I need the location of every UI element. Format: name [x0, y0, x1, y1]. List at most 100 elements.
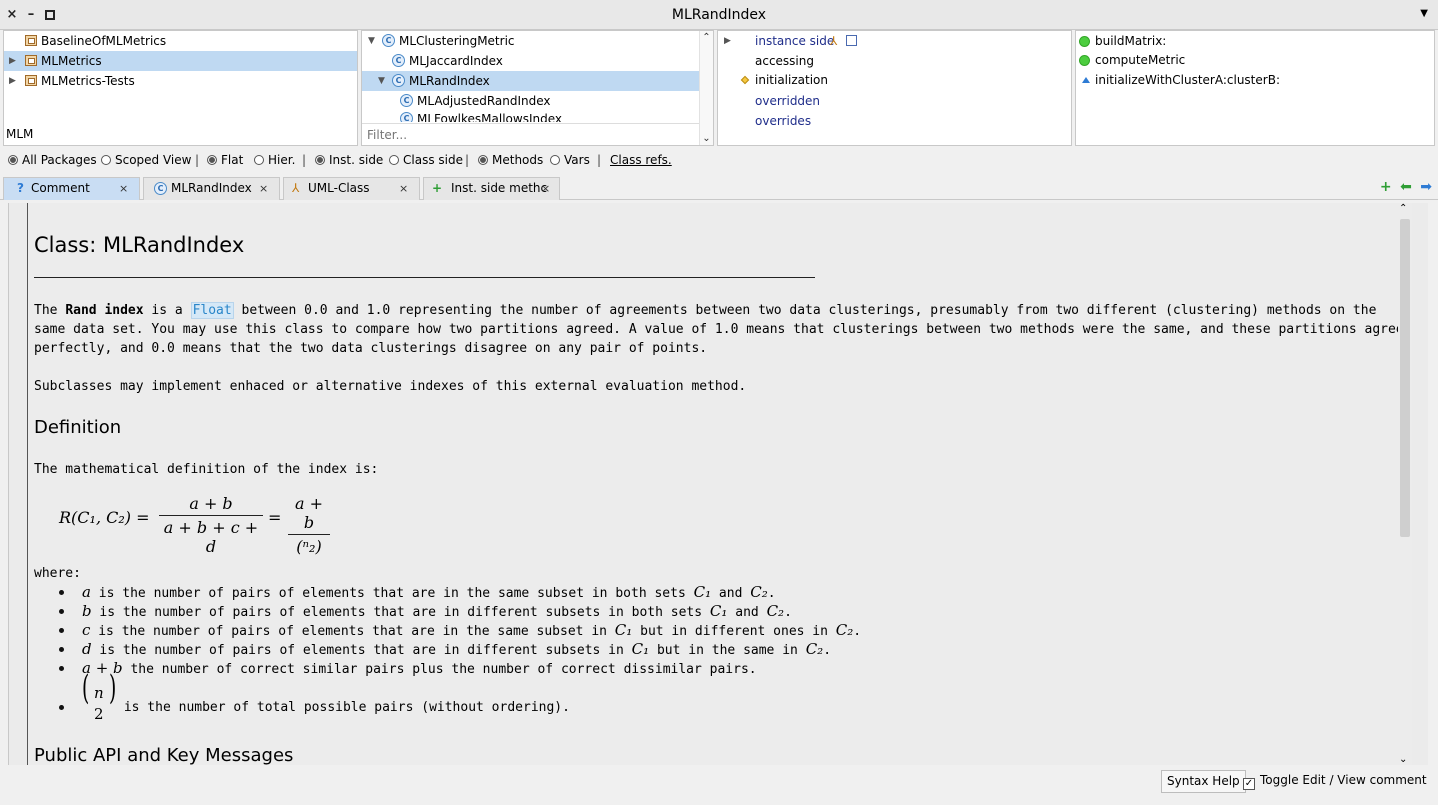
tab-label: Inst. side methc — [451, 181, 548, 195]
hier-label: Hier. — [268, 153, 296, 167]
formula-fraction-2: a + b (ⁿ₂) — [288, 494, 330, 556]
scroll-up-icon[interactable]: ⌃ — [1399, 203, 1407, 214]
tab-uml-class[interactable]: ⅄ UML-Class × — [283, 177, 420, 200]
binom-bottom: 2 — [94, 705, 104, 723]
toggle-edit-label: Toggle Edit / View comment — [1260, 773, 1427, 787]
checkbox-checked-icon[interactable]: ✓ — [1243, 778, 1255, 790]
expand-arrow-icon[interactable]: ▶ — [9, 71, 16, 91]
class-side-radio[interactable]: Class side — [389, 153, 463, 167]
vars-radio[interactable]: Vars — [550, 153, 590, 167]
package-icon — [25, 55, 37, 66]
window-menu-button[interactable]: ▼ — [1420, 8, 1428, 19]
class-label: MLFowlkesMallowsIndex — [417, 112, 562, 122]
protocol-label: instance side — [755, 34, 835, 48]
method-pane: buildMatrix: computeMetric initializeWit… — [1075, 30, 1435, 146]
radio-off-icon — [254, 155, 264, 165]
class-filter — [362, 123, 699, 145]
vars-label: Vars — [564, 153, 590, 167]
numerator: a + b — [159, 494, 263, 516]
hier-radio[interactable]: Hier. — [254, 153, 295, 167]
package-filter-input[interactable]: MLM — [6, 127, 33, 141]
protocol-item[interactable]: initialization — [718, 70, 1071, 90]
tab-inst-side-method[interactable]: + Inst. side methc × — [423, 177, 560, 200]
collapse-arrow-icon[interactable]: ▼ — [378, 71, 385, 91]
bullet — [59, 666, 64, 671]
bold-text: Rand index — [65, 303, 144, 318]
syntax-help-button[interactable]: Syntax Help — [1161, 770, 1246, 793]
forward-arrow-icon[interactable]: ➡ — [1420, 179, 1432, 195]
protocol-item[interactable]: accessing — [718, 51, 1071, 71]
flat-radio[interactable]: Flat — [207, 153, 243, 167]
text: between 0.0 and 1.0 representing the num… — [34, 303, 1404, 356]
protocol-item[interactable]: overrides — [718, 111, 1071, 131]
text: . — [784, 605, 792, 620]
binom-top: n — [94, 684, 104, 702]
float-class-link[interactable]: Float — [190, 302, 234, 319]
symbol: C₁ — [709, 602, 728, 620]
symbol: C₂ — [835, 621, 854, 639]
collapse-arrow-icon[interactable]: ▼ — [368, 31, 375, 51]
class-label: MLRandIndex — [409, 74, 490, 88]
class-item-selected[interactable]: ▼ C MLRandIndex — [362, 71, 713, 91]
protocol-item[interactable]: ▶ instance side ⅄ — [718, 31, 1071, 51]
class-item[interactable]: ▼ C MLClusteringMetric — [362, 31, 713, 51]
comment-document: Class: MLRandIndex The Rand index is a F… — [27, 203, 1412, 765]
class-pane-scrollbar[interactable]: ⌃ ⌄ — [699, 31, 713, 145]
class-refs-button[interactable]: Class refs. — [610, 153, 672, 167]
methods-radio[interactable]: Methods — [478, 153, 543, 167]
add-plus-icon[interactable]: + — [1380, 179, 1392, 195]
inst-side-label: Inst. side — [329, 153, 384, 167]
close-tab-icon[interactable]: × — [259, 178, 268, 199]
class-icon: C — [400, 112, 413, 122]
protocol-label: initialization — [755, 73, 828, 87]
comment-paragraph-2: Subclasses may implement enhaced or alte… — [34, 379, 747, 394]
scroll-thumb[interactable] — [1400, 219, 1410, 537]
package-item[interactable]: ▶ MLMetrics-Tests — [4, 71, 357, 91]
class-item[interactable]: C MLAdjustedRandIndex — [362, 91, 713, 111]
class-item[interactable]: C MLFowlkesMallowsIndex — [362, 109, 713, 122]
symbol: C₁ — [614, 621, 633, 639]
tab-label: Comment — [31, 181, 90, 195]
expand-arrow-icon[interactable]: ▶ — [9, 51, 16, 71]
package-item-selected[interactable]: ▶ MLMetrics — [4, 51, 357, 71]
symbol: a — [82, 583, 91, 601]
scoped-view-radio[interactable]: Scoped View — [101, 153, 191, 167]
close-tab-icon[interactable]: × — [399, 178, 408, 199]
tab-comment[interactable]: ? Comment × — [3, 177, 140, 200]
back-arrow-icon[interactable]: ⬅ — [1400, 179, 1412, 195]
test-pass-icon[interactable] — [1079, 36, 1090, 47]
browser-scope-bar: All Packages Scoped View | Flat Hier. | … — [0, 148, 1438, 172]
question-icon: ? — [17, 181, 24, 195]
method-item[interactable]: initializeWithClusterA:clusterB: — [1076, 70, 1434, 90]
class-pane: ▼ C MLClusteringMetric C MLJaccardIndex … — [361, 30, 714, 146]
all-packages-radio[interactable]: All Packages — [8, 153, 97, 167]
comment-scrollbar[interactable]: ⌃ ⌄ — [1398, 203, 1412, 765]
test-pass-icon[interactable] — [1079, 55, 1090, 66]
expand-arrow-icon[interactable]: ▶ — [724, 31, 731, 51]
class-filter-input[interactable] — [362, 124, 699, 145]
method-item[interactable]: buildMatrix: — [1076, 31, 1434, 51]
formula-fraction-1: a + b a + b + c + d — [159, 494, 263, 556]
package-icon — [25, 75, 37, 86]
class-icon: C — [382, 34, 395, 47]
method-item[interactable]: computeMetric — [1076, 50, 1434, 70]
protocol-item[interactable]: overridden — [718, 91, 1071, 111]
close-tab-icon[interactable]: × — [119, 178, 128, 199]
radio-off-icon — [389, 155, 399, 165]
inst-side-radio[interactable]: Inst. side — [315, 153, 383, 167]
tab-class-definition[interactable]: C MLRandIndex × — [143, 177, 280, 200]
title-rule — [34, 277, 815, 278]
class-item[interactable]: C MLJaccardIndex — [362, 51, 713, 71]
class-icon: C — [154, 182, 167, 195]
package-item[interactable]: BaselineOfMLMetrics — [4, 31, 357, 51]
scroll-down-icon[interactable]: ⌄ — [1399, 754, 1407, 765]
text: and — [727, 605, 767, 620]
package-pane: BaselineOfMLMetrics ▶ MLMetrics ▶ MLMetr… — [3, 30, 358, 146]
scroll-up-icon[interactable]: ⌃ — [700, 32, 713, 43]
scroll-down-icon[interactable]: ⌄ — [700, 133, 713, 144]
close-tab-icon[interactable]: × — [541, 178, 550, 199]
separator: | — [195, 153, 200, 167]
bullet — [59, 628, 64, 633]
class-side-checkbox[interactable] — [846, 35, 857, 46]
toggle-edit-checkbox[interactable]: ✓ Toggle Edit / View comment — [1243, 773, 1427, 790]
